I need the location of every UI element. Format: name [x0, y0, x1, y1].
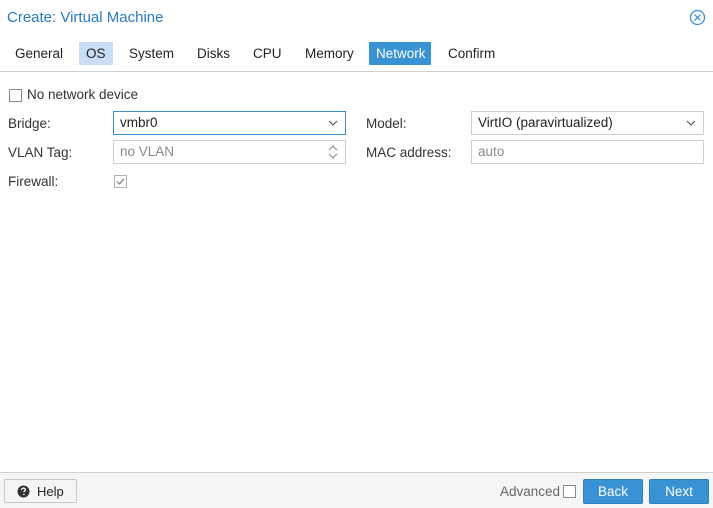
chevron-down-icon[interactable]: [326, 112, 340, 134]
bridge-select[interactable]: vmbr0: [113, 111, 346, 135]
wizard-tab-bar: General OS System Disks CPU Memory Netwo…: [0, 36, 713, 72]
model-select[interactable]: VirtIO (paravirtualized): [471, 111, 704, 135]
back-button[interactable]: Back: [583, 479, 643, 504]
help-label: Help: [37, 484, 64, 499]
firewall-checkbox[interactable]: [114, 175, 127, 188]
advanced-label: Advanced: [500, 484, 561, 499]
mac-address-label: MAC address:: [366, 145, 452, 160]
vlan-tag-label: VLAN Tag:: [8, 145, 73, 160]
tab-general[interactable]: General: [8, 42, 70, 65]
no-network-device-label: No network device: [27, 87, 139, 102]
question-circle-icon: [17, 485, 30, 501]
tab-confirm[interactable]: Confirm: [441, 42, 502, 65]
bridge-label: Bridge:: [8, 116, 51, 131]
checkmark-icon: [116, 178, 125, 185]
vlan-tag-input[interactable]: no VLAN: [113, 140, 346, 164]
model-value: VirtIO (paravirtualized): [478, 115, 613, 130]
tab-system[interactable]: System: [122, 42, 181, 65]
firewall-label: Firewall:: [8, 174, 59, 189]
help-button[interactable]: Help: [4, 479, 77, 503]
no-network-device-checkbox[interactable]: [9, 89, 22, 102]
tab-os[interactable]: OS: [79, 42, 113, 65]
mac-address-placeholder: auto: [478, 144, 505, 159]
tab-disks[interactable]: Disks: [190, 42, 237, 65]
bridge-value: vmbr0: [120, 115, 158, 130]
vlan-tag-placeholder: no VLAN: [120, 144, 175, 159]
close-icon[interactable]: [689, 9, 706, 26]
tab-cpu[interactable]: CPU: [246, 42, 289, 65]
tab-network[interactable]: Network: [369, 42, 431, 65]
advanced-checkbox[interactable]: [563, 485, 576, 498]
model-label: Model:: [366, 116, 407, 131]
mac-address-input[interactable]: auto: [471, 140, 704, 164]
tab-memory[interactable]: Memory: [298, 42, 361, 65]
dialog-title: Create: Virtual Machine: [7, 9, 164, 26]
dialog-titlebar: Create: Virtual Machine: [0, 0, 713, 36]
spinner-icon[interactable]: [326, 141, 340, 163]
chevron-down-icon[interactable]: [684, 112, 698, 134]
next-button[interactable]: Next: [649, 479, 709, 504]
dialog-footer: Help Advanced Back Next: [0, 472, 713, 508]
